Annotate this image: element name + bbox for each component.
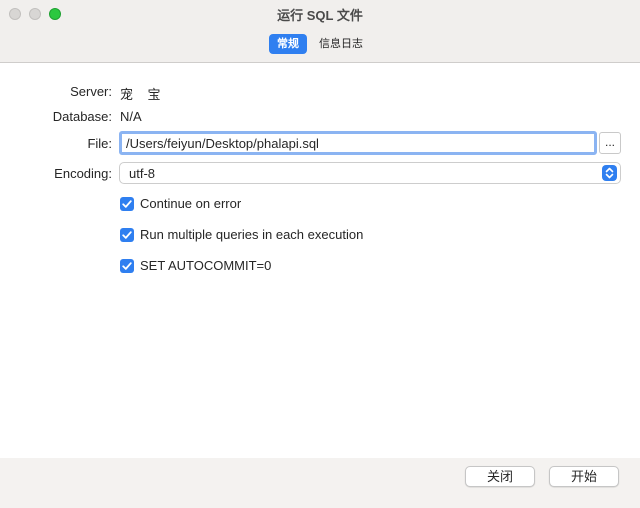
server-value: 宠 宝 [120, 87, 161, 102]
run-multiple-queries-label: Run multiple queries in each execution [140, 227, 364, 242]
title-bar: 运行 SQL 文件 常规 信息日志 [0, 0, 640, 63]
database-label: Database: [52, 109, 112, 124]
tab-general[interactable]: 常规 [269, 34, 307, 54]
database-value: N/A [120, 109, 142, 124]
start-button[interactable]: 开始 [549, 466, 619, 487]
checkmark-icon [122, 231, 132, 239]
checkmark-icon [122, 262, 132, 270]
server-label: Server: [70, 84, 112, 99]
dialog-footer: 关闭 开始 [0, 458, 640, 508]
checkbox-checked[interactable] [120, 259, 134, 273]
up-down-chevron-icon [602, 165, 617, 181]
set-autocommit-label: SET AUTOCOMMIT=0 [140, 258, 272, 273]
encoding-selected-value: utf-8 [129, 166, 156, 181]
file-label: File: [87, 136, 112, 151]
continue-on-error-label: Continue on error [140, 196, 242, 211]
window-title: 运行 SQL 文件 [277, 8, 363, 23]
checkbox-checked[interactable] [120, 197, 134, 211]
browse-file-button[interactable]: ... [599, 132, 621, 154]
checkbox-checked[interactable] [120, 228, 134, 242]
tab-bar: 常规 信息日志 [0, 34, 640, 54]
encoding-label: Encoding: [54, 166, 112, 181]
close-button[interactable]: 关闭 [465, 466, 535, 487]
encoding-select[interactable]: utf-8 [119, 162, 621, 184]
run-sql-file-window: 运行 SQL 文件 常规 信息日志 Server: 宠 宝 Database: … [0, 0, 640, 508]
tab-info-log[interactable]: 信息日志 [311, 34, 371, 54]
file-path-field[interactable] [119, 131, 597, 155]
checkmark-icon [122, 200, 132, 208]
